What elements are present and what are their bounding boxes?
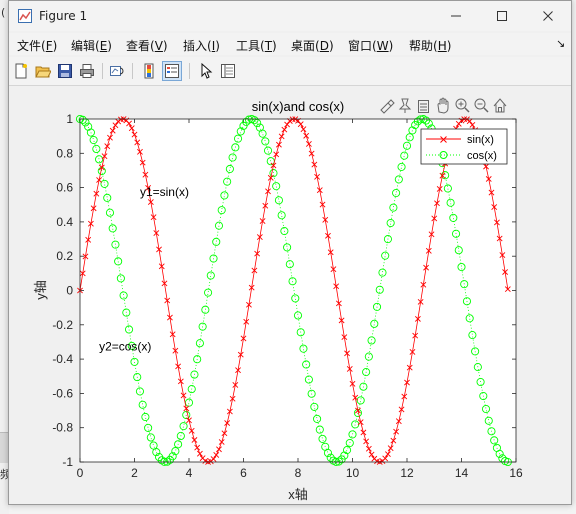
data-tips-icon[interactable] xyxy=(398,98,412,113)
home-icon[interactable] xyxy=(493,98,507,113)
x-tick-label-8: 16 xyxy=(509,466,523,480)
axes-toolbar xyxy=(380,97,507,114)
y-tick-label-0: -1 xyxy=(62,455,73,469)
x-tick-label-0: 0 xyxy=(77,466,84,480)
maximize-button[interactable] xyxy=(479,1,525,31)
x-tick-label-5: 10 xyxy=(346,466,360,480)
y-tick-label-6: 0.2 xyxy=(56,249,73,263)
x-tick-label-1: 2 xyxy=(131,466,138,480)
zoom-out-icon[interactable] xyxy=(474,98,489,113)
y-tick-label-2: -0.6 xyxy=(52,386,73,400)
insert-legend-icon[interactable] xyxy=(162,61,182,81)
menu-help[interactable]: 帮助(H) xyxy=(409,37,451,54)
close-button[interactable] xyxy=(525,1,571,31)
axes-background[interactable] xyxy=(80,119,516,462)
new-figure-icon[interactable] xyxy=(11,61,31,81)
annotation-cos: y2=cos(x) xyxy=(99,340,151,354)
figure-canvas: 0 2 4 6 8 10 12 14 16 -1 -0.8 -0.6 -0.4 -0.2 0 0.2 0.4 0.… xyxy=(9,86,571,504)
toolbar-separator xyxy=(132,63,133,79)
save-icon[interactable] xyxy=(55,61,75,81)
figure-toolbar xyxy=(9,57,571,86)
edit-plot-arrow-icon[interactable] xyxy=(196,61,216,81)
chart-title: sin(x)and cos(x) xyxy=(252,99,344,114)
menu-view[interactable]: 查看(V) xyxy=(126,37,168,54)
menu-tools[interactable]: 工具(T) xyxy=(236,37,277,54)
toolbar-separator xyxy=(189,63,190,79)
pan-icon[interactable] xyxy=(437,97,449,114)
annotation-sin: y1=sin(x) xyxy=(140,185,189,199)
menu-desktop[interactable]: 桌面(D) xyxy=(291,37,334,54)
property-inspector-icon[interactable] xyxy=(218,61,238,81)
menu-bar: 文件(F) 编辑(E) 查看(V) 插入(I) 工具(T) 桌面(D) 窗口(W… xyxy=(9,33,571,55)
legend-sin-label: sin(x) xyxy=(467,134,494,146)
rotate-icon[interactable] xyxy=(418,100,429,113)
zoom-in-icon[interactable] xyxy=(455,98,470,113)
legend[interactable]: sin(x) cos(x) xyxy=(420,128,508,165)
print-icon[interactable] xyxy=(77,61,97,81)
brush-icon[interactable] xyxy=(380,99,395,114)
window-title: Figure 1 xyxy=(39,9,88,23)
y-axis-label: y轴 xyxy=(33,280,48,300)
x-axis-label: x轴 xyxy=(288,487,308,502)
x-tick-label-3: 6 xyxy=(240,466,247,480)
plot-svg[interactable]: 0 2 4 6 8 10 12 14 16 -1 -0.8 -0.6 -0.4 -0.2 0 0.2 0.4 0.… xyxy=(9,86,571,504)
title-bar[interactable]: Figure 1 xyxy=(9,1,571,31)
menu-insert[interactable]: 插入(I) xyxy=(183,37,220,54)
y-tick-label-8: 0.6 xyxy=(56,181,73,195)
background-text: ( xyxy=(1,6,6,19)
matlab-figure-icon xyxy=(18,9,32,23)
open-file-icon[interactable] xyxy=(33,61,53,81)
minimize-icon xyxy=(451,15,461,17)
y-tick-label-1: -0.8 xyxy=(52,421,73,435)
x-tick-label-7: 14 xyxy=(455,466,469,480)
minimize-button[interactable] xyxy=(433,1,479,31)
y-tick-label-3: -0.4 xyxy=(52,352,73,366)
x-tick-label-4: 8 xyxy=(295,466,302,480)
menu-file[interactable]: 文件(F) xyxy=(17,37,57,54)
y-tick-label-7: 0.4 xyxy=(56,215,73,229)
y-tick-label-4: -0.2 xyxy=(52,318,73,332)
toolbar-separator xyxy=(102,63,103,79)
maximize-icon xyxy=(497,11,507,21)
menu-overflow-icon[interactable]: ↘ xyxy=(556,37,565,50)
legend-cos-label: cos(x) xyxy=(467,150,497,162)
x-tick-label-6: 12 xyxy=(400,466,414,480)
link-plot-icon[interactable] xyxy=(107,61,127,81)
insert-colorbar-icon[interactable] xyxy=(139,61,159,81)
close-icon xyxy=(543,11,553,21)
y-tick-label-9: 0.8 xyxy=(56,146,73,160)
menu-window[interactable]: 窗口(W) xyxy=(348,37,393,54)
y-tick-label-5: 0 xyxy=(66,284,73,298)
x-tick-label-2: 4 xyxy=(186,466,193,480)
y-tick-label-10: 1 xyxy=(66,112,73,126)
menu-edit[interactable]: 编辑(E) xyxy=(71,37,112,54)
figure-window: Figure 1 文件(F) 编辑(E) 查看(V) 插入(I) 工具(T) 桌… xyxy=(8,0,572,505)
